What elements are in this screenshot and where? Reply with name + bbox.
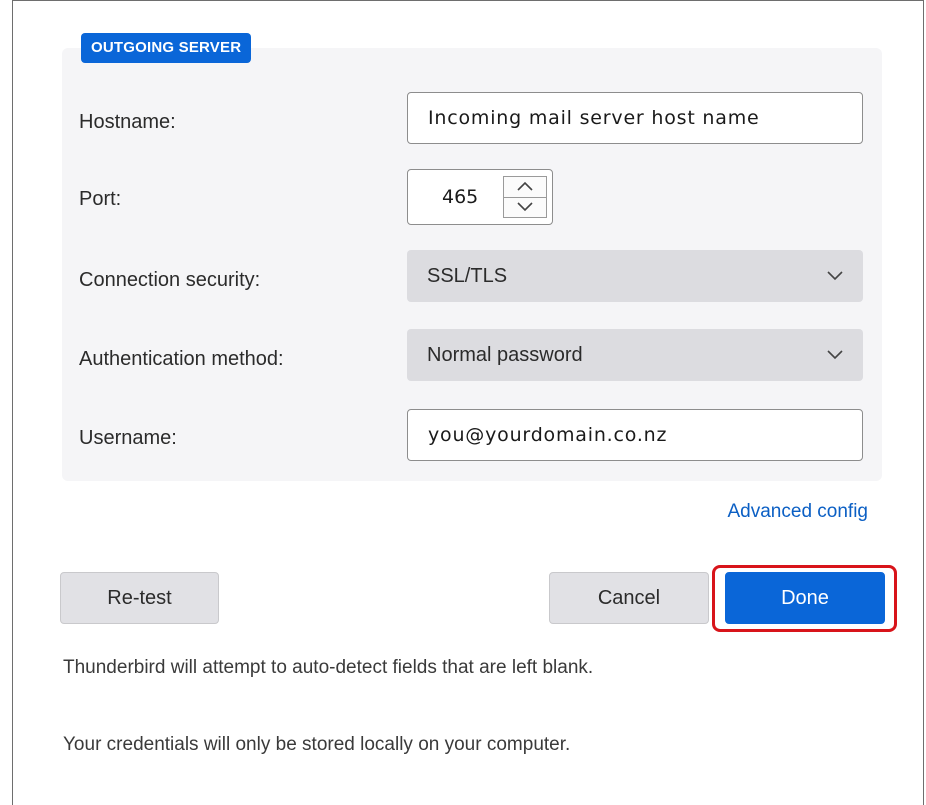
- hostname-input[interactable]: Incoming mail server host name: [407, 92, 863, 144]
- authentication-method-select[interactable]: Normal password: [407, 329, 863, 381]
- authentication-method-label: Authentication method:: [79, 348, 284, 370]
- connection-security-select[interactable]: SSL/TLS: [407, 250, 863, 302]
- username-input[interactable]: you@yourdomain.co.nz: [407, 409, 863, 461]
- done-button-highlight: [712, 565, 897, 632]
- hostname-label: Hostname:: [79, 111, 176, 133]
- port-value[interactable]: 465: [442, 170, 478, 224]
- port-increment-button[interactable]: [504, 177, 546, 198]
- advanced-config-link[interactable]: Advanced config: [728, 501, 869, 523]
- username-label: Username:: [79, 427, 177, 449]
- chevron-up-icon: [517, 181, 533, 191]
- chevron-down-icon: [825, 329, 845, 381]
- chevron-down-icon: [825, 250, 845, 302]
- cancel-button[interactable]: Cancel: [549, 572, 709, 624]
- port-decrement-button[interactable]: [504, 197, 546, 217]
- connection-security-value: SSL/TLS: [427, 265, 508, 287]
- authentication-method-value: Normal password: [427, 344, 583, 366]
- section-title: OUTGOING SERVER: [81, 33, 252, 63]
- connection-security-label: Connection security:: [79, 269, 261, 291]
- port-spin-buttons[interactable]: [503, 176, 547, 218]
- port-label: Port:: [79, 188, 122, 210]
- retest-button[interactable]: Re-test: [60, 572, 219, 624]
- chevron-down-icon: [517, 202, 533, 212]
- auto-detect-note: Thunderbird will attempt to auto-detect …: [63, 657, 594, 678]
- credentials-note: Your credentials will only be stored loc…: [63, 734, 571, 755]
- port-stepper[interactable]: 465: [407, 169, 553, 225]
